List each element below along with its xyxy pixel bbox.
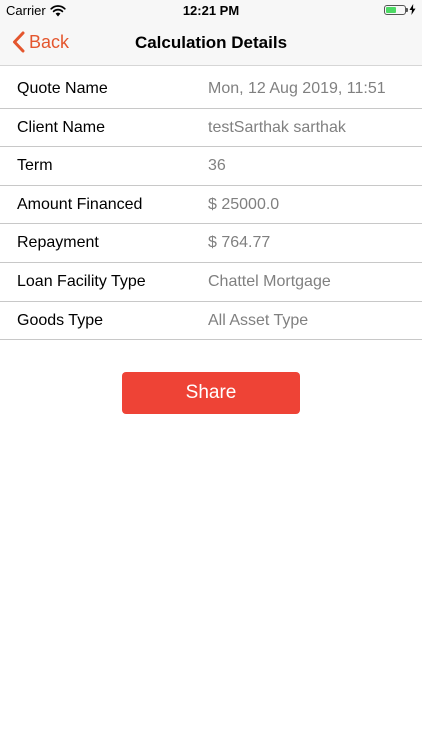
share-button[interactable]: Share [122,372,300,414]
detail-row-term: Term 36 [0,147,422,186]
detail-list: Quote Name Mon, 12 Aug 2019, 11:51 Clien… [0,70,422,341]
detail-label: Repayment [17,234,99,252]
battery-fill [386,6,396,13]
detail-label: Quote Name [17,80,108,97]
detail-value: All Asset Type [208,311,309,329]
detail-row-goods-type: Goods Type All Asset Type [0,302,422,341]
detail-label: Term [17,157,53,175]
detail-label: Goods Type [17,311,103,329]
detail-value: testSarthak sarthak [208,118,346,136]
navigation-bar: Back Calculation Details [0,22,422,66]
detail-label: Loan Facility Type [17,272,146,290]
detail-row-quote-name: Quote Name Mon, 12 Aug 2019, 11:51 [0,70,422,109]
battery-icon [384,4,408,15]
detail-value: Mon, 12 Aug 2019, 11:51 [208,80,386,97]
detail-value: $ 25000.0 [208,195,280,213]
status-right [384,4,416,15]
detail-row-repayment: Repayment $ 764.77 [0,224,422,263]
detail-value: 36 [208,157,226,175]
detail-value: Chattel Mortgage [208,272,331,290]
status-bar: Carrier 12:21 PM [0,0,422,22]
detail-label: Amount Financed [17,195,143,213]
detail-value: $ 764.77 [208,234,271,252]
charging-icon [409,4,416,15]
detail-row-loan-facility-type: Loan Facility Type Chattel Mortgage [0,263,422,302]
detail-label: Client Name [17,118,106,136]
detail-row-client-name: Client Name testSarthak sarthak [0,109,422,148]
detail-row-amount-financed: Amount Financed $ 25000.0 [0,186,422,225]
page-title: Calculation Details [134,33,288,52]
status-time: 12:21 PM [182,3,240,18]
